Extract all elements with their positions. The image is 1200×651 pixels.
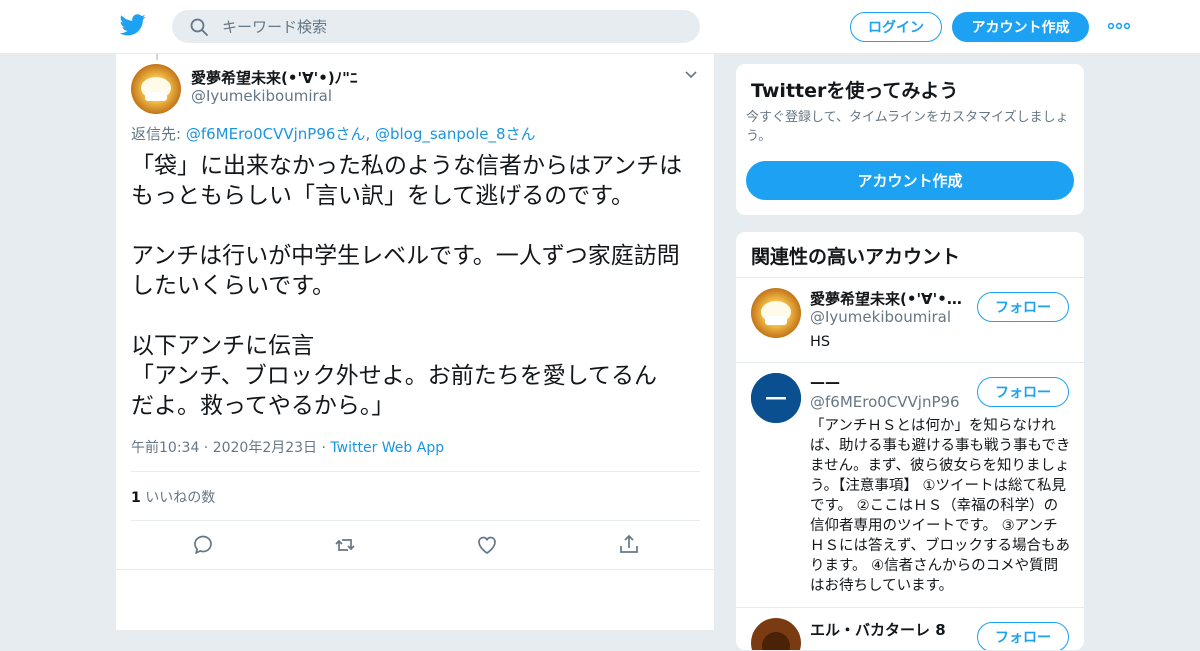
reply-mention-link[interactable]: @f6MEro0CVVjnP96さん <box>186 125 366 143</box>
promo-title: Twitterを使ってみよう <box>751 80 959 102</box>
replying-prefix: 返信先: <box>131 125 186 143</box>
avatar-image <box>751 618 801 650</box>
avatar[interactable] <box>131 64 181 114</box>
search-bar[interactable] <box>172 10 700 43</box>
related-accounts-card: 関連性の高いアカウント 愛夢希望未来(•'∀'•)… @Iyumekiboumi… <box>735 231 1085 651</box>
tweet-permalink: 愛夢希望未来(•'∀'•)ﾉ"ﾆ @Iyumekiboumiral 返信先: @… <box>115 54 716 630</box>
related-title: 関連性の高いアカウント <box>751 246 961 268</box>
twitter-bird-icon[interactable] <box>120 14 146 36</box>
tweet-text: 「袋」に出来なかった私のような信者からはアンチは もっともらしい「言い訳」をして… <box>131 153 683 419</box>
divider <box>116 569 716 570</box>
like-label: いいねの数 <box>140 490 216 506</box>
account-name[interactable]: 愛夢希望未来(•'∀'•)… <box>810 288 968 309</box>
follow-button[interactable]: フォロー <box>977 377 1069 407</box>
source-app-link[interactable]: Twitter Web App <box>330 440 444 456</box>
like-stats[interactable]: 1 いいねの数 <box>131 487 215 507</box>
username-handle[interactable]: @Iyumekiboumiral <box>191 87 332 105</box>
reply-icon[interactable] <box>190 532 216 558</box>
account-handle[interactable]: @f6MEro0CVVjnP96 <box>810 393 960 411</box>
divider <box>131 471 700 472</box>
divider <box>131 520 700 521</box>
create-account-button[interactable]: アカウント作成 <box>746 161 1074 200</box>
avatar-image <box>131 64 181 114</box>
share-icon[interactable] <box>616 532 642 558</box>
thread-connector <box>156 54 158 60</box>
timestamp[interactable]: 午前10:34 · 2020年2月23日 · <box>131 440 330 456</box>
avatar[interactable] <box>751 288 801 338</box>
tweet-metadata: 午前10:34 · 2020年2月23日 · Twitter Web App <box>131 437 444 457</box>
login-button[interactable]: ログイン <box>850 12 942 42</box>
avatar[interactable] <box>751 373 801 423</box>
signup-button[interactable]: アカウント作成 <box>952 12 1089 42</box>
mention-separator: , <box>365 125 375 143</box>
replying-to: 返信先: @f6MEro0CVVjnP96さん, @blog_sanpole_8… <box>131 123 536 144</box>
avatar[interactable] <box>751 618 801 650</box>
like-heart-icon[interactable] <box>474 532 500 558</box>
signup-promo-card: Twitterを使ってみよう 今すぐ登録して、タイムラインをカスタマイズしましょ… <box>735 63 1085 216</box>
search-input[interactable] <box>222 10 682 43</box>
chevron-down-icon[interactable] <box>684 68 698 82</box>
account-name[interactable]: —— <box>810 373 968 391</box>
like-count: 1 <box>131 490 141 506</box>
avatar-image <box>751 373 801 423</box>
search-icon <box>190 18 208 36</box>
follow-button[interactable]: フォロー <box>977 622 1069 650</box>
retweet-icon[interactable] <box>332 532 358 558</box>
follow-button[interactable]: フォロー <box>977 292 1069 322</box>
account-handle[interactable]: @Iyumekiboumiral <box>810 308 951 326</box>
account-bio: HS <box>810 334 831 350</box>
account-item[interactable]: —— @f6MEro0CVVjnP96 フォロー 「アンチＨＳとは何か」を知らな… <box>736 363 1084 607</box>
account-bio: 「アンチＨＳとは何か」を知らなければ、助ける事も避ける事も戦う事もできません。ま… <box>810 418 1071 594</box>
top-navigation-bar: ログイン アカウント作成 <box>0 0 1200 54</box>
display-name[interactable]: 愛夢希望未来(•'∀'•)ﾉ"ﾆ <box>191 67 358 88</box>
avatar-image <box>751 288 801 338</box>
promo-description: 今すぐ登録して、タイムラインをカスタマイズしましょう。 <box>746 110 1069 144</box>
reply-mention-link[interactable]: @blog_sanpole_8さん <box>375 125 536 143</box>
more-dots-icon[interactable] <box>1107 18 1131 34</box>
tweet-actions <box>116 532 716 560</box>
account-item[interactable]: 愛夢希望未来(•'∀'•)… @Iyumekiboumiral フォロー HS <box>736 278 1084 362</box>
